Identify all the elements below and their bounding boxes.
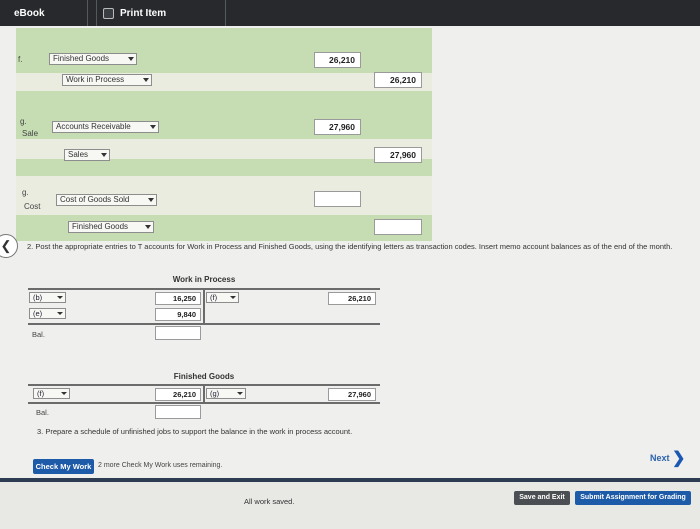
wip-debit-amount-1[interactable]: 16,250: [155, 292, 201, 305]
print-icon: [103, 7, 114, 19]
wip-debit-code-select-1[interactable]: (b): [29, 292, 66, 303]
chevron-right-icon: ❯: [672, 450, 686, 467]
chevron-down-icon: [148, 198, 154, 202]
wip-total-line: [28, 323, 380, 325]
next-button[interactable]: Next ❯: [650, 450, 686, 467]
entry-g-cost-credit-select[interactable]: Finished Goods: [68, 221, 154, 233]
check-remaining-text: 2 more Check My Work uses remaining.: [98, 462, 223, 469]
fg-debit-code: (f): [37, 389, 45, 398]
chevron-down-icon: [128, 57, 134, 61]
wip-credit-code-select[interactable]: (f): [206, 292, 239, 303]
fg-total-line: [28, 402, 380, 404]
question-2-text: 2. Post the appropriate entries to T acc…: [27, 242, 673, 251]
entry-g-cost-label: Cost: [24, 202, 41, 211]
fg-bal-label: Bal.: [36, 408, 49, 417]
fg-credit-code-select[interactable]: (g): [206, 388, 246, 399]
entry-f-debit-select[interactable]: Finished Goods: [49, 53, 137, 65]
wip-debit-amount-2[interactable]: 9,840: [155, 308, 201, 321]
wip-credit-code: (f): [210, 293, 218, 302]
entry-g-sale-credit-value: Sales: [68, 150, 89, 159]
top-bar: eBook Print Item: [0, 0, 700, 26]
entry-g-sale-debit-amount[interactable]: 27,960: [314, 119, 361, 135]
chevron-down-icon: [237, 392, 243, 395]
wip-center-line: [203, 288, 205, 324]
wip-debit-code-2: (e): [33, 309, 43, 318]
entry-g-sale-debit-value: Accounts Receivable: [56, 122, 131, 131]
next-label: Next: [650, 453, 670, 463]
entry-f-credit-select[interactable]: Work in Process: [62, 74, 152, 86]
chevron-left-icon: ❮: [0, 238, 12, 253]
chevron-down-icon: [101, 153, 107, 157]
entry-f-debit-row: [16, 28, 432, 73]
footer-bar: All work saved. Save and Exit Submit Ass…: [0, 478, 700, 529]
journal-entries: f. Finished Goods 26,210 Work in Process…: [16, 28, 432, 241]
submit-assignment-button[interactable]: Submit Assignment for Grading: [575, 491, 691, 505]
chevron-down-icon: [57, 296, 63, 299]
chevron-down-icon: [143, 78, 149, 82]
entry-g-cost-credit-amount[interactable]: [374, 219, 422, 235]
chevron-down-icon: [230, 296, 236, 299]
entry-g-sale-credit-amount[interactable]: 27,960: [374, 147, 422, 163]
chevron-down-icon: [57, 312, 63, 315]
fg-debit-code-select[interactable]: (f): [33, 388, 70, 399]
save-status: All work saved.: [244, 497, 295, 506]
fg-center-line: [203, 384, 205, 403]
save-and-exit-button[interactable]: Save and Exit: [514, 491, 570, 505]
ebook-tab-label: eBook: [14, 7, 45, 19]
chevron-down-icon: [61, 392, 67, 395]
spacer-row: [16, 159, 432, 176]
entry-f-debit-value: Finished Goods: [53, 54, 110, 63]
entry-f-debit-amount[interactable]: 26,210: [314, 52, 361, 68]
wip-credit-amount[interactable]: 26,210: [328, 292, 376, 305]
entry-g-cost-credit-value: Finished Goods: [72, 222, 129, 231]
entry-g-cost-debit-amount[interactable]: [314, 191, 361, 207]
wip-title: Work in Process: [172, 275, 236, 284]
print-item-label: Print Item: [120, 7, 167, 19]
wip-balance-input[interactable]: [155, 326, 201, 340]
entry-g-sale-label: Sale: [22, 129, 39, 138]
question-3-text: 3. Prepare a schedule of unfinished jobs…: [37, 427, 353, 436]
entry-f-credit-amount[interactable]: 26,210: [374, 72, 422, 88]
entry-g-cost-letter: g.: [22, 188, 29, 197]
entry-f-letter: f.: [18, 55, 23, 64]
wip-debit-code-1: (b): [33, 293, 43, 302]
entry-g-sale-debit-select[interactable]: Accounts Receivable: [52, 121, 159, 133]
fg-title: Finished Goods: [173, 372, 235, 381]
entry-g-sale-letter: g.: [20, 117, 27, 126]
chevron-down-icon: [145, 225, 151, 229]
print-item-tab[interactable]: Print Item: [96, 0, 226, 26]
wip-debit-code-select-2[interactable]: (e): [29, 308, 66, 319]
fg-credit-code: (g): [210, 389, 220, 398]
entry-g-cost-debit-select[interactable]: Cost of Goods Sold: [56, 194, 157, 206]
wip-bal-label: Bal.: [32, 330, 45, 339]
ebook-tab[interactable]: eBook: [0, 0, 88, 26]
entry-g-cost-debit-value: Cost of Goods Sold: [60, 195, 130, 204]
chevron-down-icon: [150, 125, 156, 129]
entry-g-sale-credit-select[interactable]: Sales: [64, 149, 110, 161]
check-my-work-button[interactable]: Check My Work: [33, 459, 94, 474]
entry-f-credit-value: Work in Process: [66, 75, 125, 84]
previous-button[interactable]: ❮: [0, 234, 18, 258]
fg-credit-amount[interactable]: 27,960: [328, 388, 376, 401]
question-content: f. Finished Goods 26,210 Work in Process…: [0, 26, 700, 478]
fg-balance-input[interactable]: [155, 405, 201, 419]
fg-debit-amount[interactable]: 26,210: [155, 388, 201, 401]
